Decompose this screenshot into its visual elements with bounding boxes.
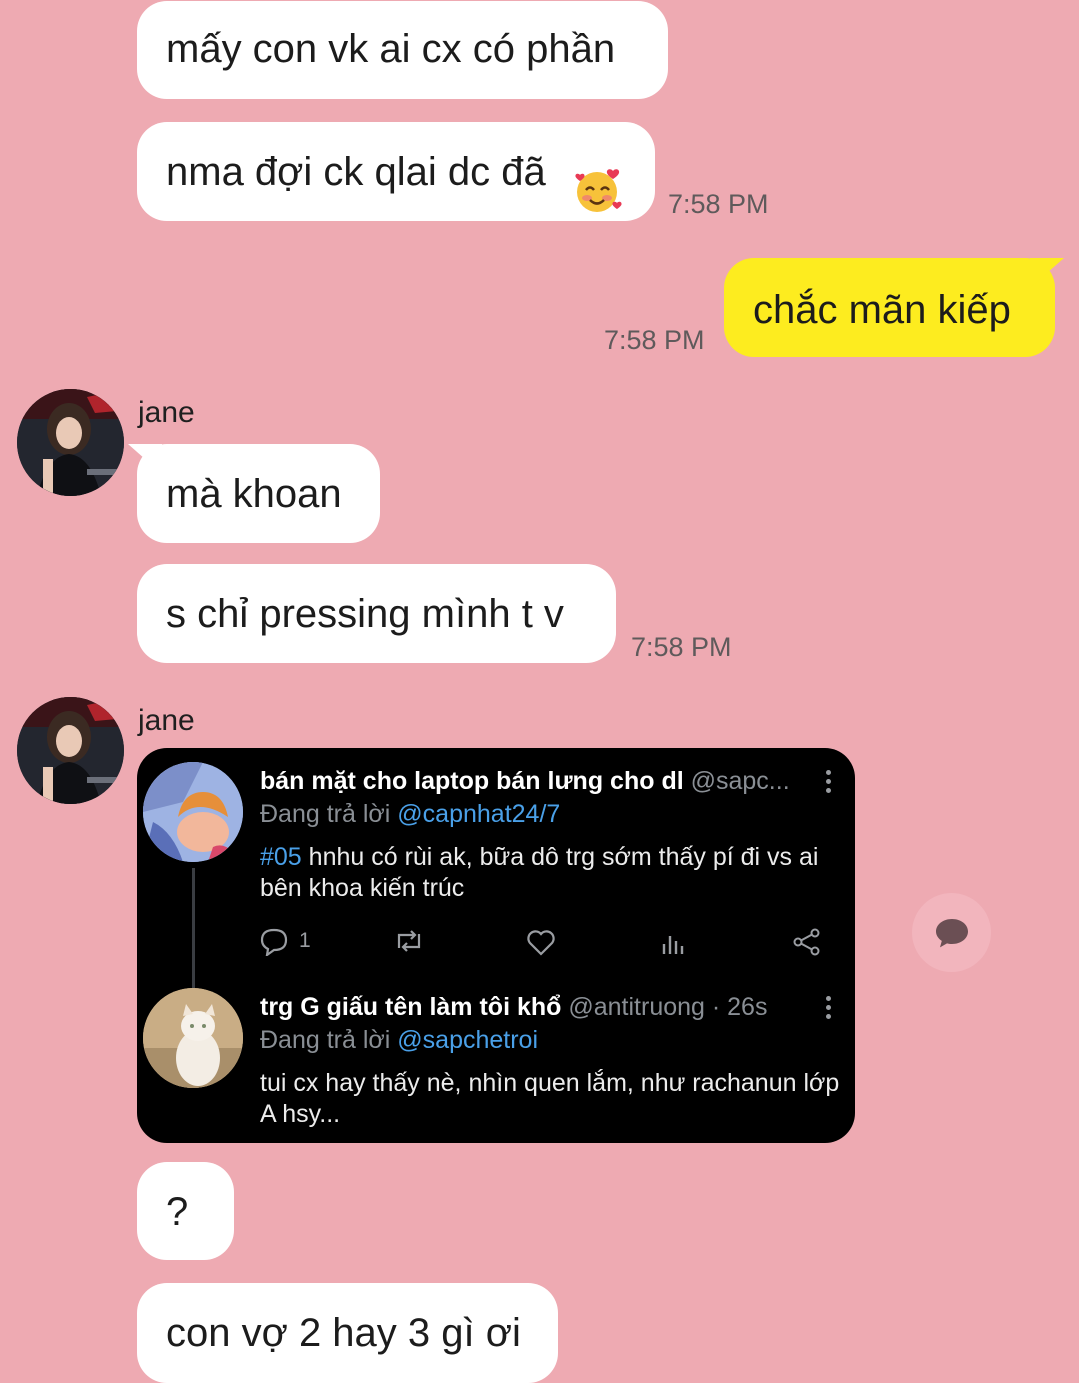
message-bubble[interactable]: con vợ 2 hay 3 gì ơi	[137, 1283, 558, 1383]
svg-text:1: 1	[299, 929, 311, 952]
reply-prefix: Đang trả lời	[260, 1026, 391, 1054]
more-options-icon[interactable]	[826, 996, 832, 1023]
message-bubble[interactable]: mà khoan	[137, 444, 380, 543]
avatar[interactable]	[17, 389, 124, 496]
sender-name: jane	[138, 396, 195, 429]
like-icon[interactable]	[526, 928, 556, 961]
timestamp: 7:58 PM	[631, 632, 732, 662]
message-bubble[interactable]: s chỉ pressing mình t v	[137, 564, 616, 663]
share-icon[interactable]	[792, 928, 822, 961]
message-text: nma đợi ck qlai dc đã	[166, 150, 546, 194]
tweet-author[interactable]: bán mặt cho laptop bán lưng cho dl @sapc…	[260, 767, 790, 796]
tweet-text: tui cx hay thấy nè, nhìn quen lắm, như r…	[260, 1068, 840, 1130]
author-handle: @antitruong · 26s	[568, 993, 768, 1021]
tweet-body: tui cx hay thấy nè, nhìn quen lắm, như r…	[260, 1069, 840, 1128]
tweet-body: hnhu có rùi ak, bữa dô trg sớm thấy pí đ…	[260, 843, 819, 902]
tweet-author[interactable]: trg G giấu tên làm tôi khổ @antitruong ·…	[260, 993, 767, 1022]
hashtag-link[interactable]: #05	[260, 843, 302, 871]
author-name: bán mặt cho laptop bán lưng cho dl	[260, 767, 684, 795]
smiling-face-with-hearts-icon	[573, 150, 623, 212]
message-text: ?	[166, 1190, 189, 1234]
reply-prefix: Đang trả lời	[260, 800, 391, 828]
analytics-icon[interactable]	[661, 930, 687, 961]
timestamp: 7:58 PM	[668, 189, 769, 219]
tweet-avatar	[143, 988, 243, 1088]
message-text: chắc mãn kiếp	[753, 288, 1011, 332]
more-options-icon[interactable]	[826, 770, 832, 797]
message-text: mấy con vk ai cx có phần	[166, 27, 616, 71]
message-text: con vợ 2 hay 3 gì ơi	[166, 1311, 521, 1355]
tweet-screenshot-image[interactable]: bán mặt cho laptop bán lưng cho dl @sapc…	[137, 748, 855, 1143]
author-name: trg G giấu tên làm tôi khổ	[260, 993, 562, 1021]
reply-to-link[interactable]: @sapchetroi	[397, 1026, 538, 1054]
tweet-text: #05 hnhu có rùi ak, bữa dô trg sớm thấy …	[260, 842, 840, 904]
avatar[interactable]	[17, 697, 124, 804]
replying-to: Đang trả lời @sapchetroi	[260, 1026, 538, 1055]
message-bubble[interactable]: mấy con vk ai cx có phần	[137, 1, 668, 99]
reply-to-link[interactable]: @capnhat24/7	[397, 800, 560, 828]
timestamp: 7:58 PM	[604, 325, 705, 355]
my-message-bubble[interactable]: chắc mãn kiếp	[724, 258, 1055, 357]
message-bubble[interactable]: ?	[137, 1162, 234, 1260]
tweet-avatar	[143, 762, 243, 862]
message-text: mà khoan	[166, 472, 342, 516]
thread-line	[192, 868, 195, 988]
chat-bubble-icon[interactable]	[912, 893, 991, 972]
reply-action[interactable]: 1	[259, 926, 319, 961]
sender-name: jane	[138, 704, 195, 737]
retweet-icon[interactable]	[393, 928, 425, 959]
message-text: s chỉ pressing mình t v	[166, 592, 564, 636]
author-handle: @sapc...	[690, 767, 790, 795]
reply-icon: 1	[260, 928, 311, 958]
replying-to: Đang trả lời @capnhat24/7	[260, 800, 560, 829]
message-bubble[interactable]: nma đợi ck qlai dc đã	[137, 122, 655, 221]
